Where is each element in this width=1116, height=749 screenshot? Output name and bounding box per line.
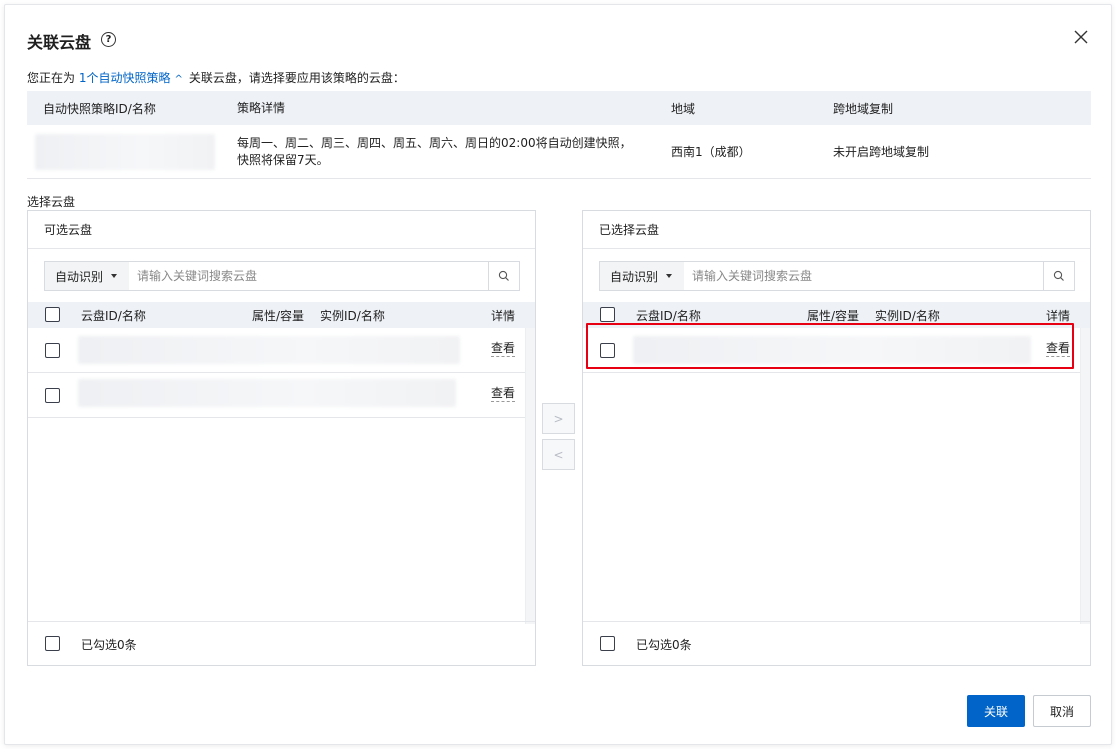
view-detail-link[interactable]: 查看	[491, 386, 516, 402]
view-detail-link[interactable]: 查看	[491, 341, 516, 357]
redacted-policy-id	[35, 133, 215, 170]
col-policy-detail: 策略详情	[237, 100, 286, 115]
policy-table-header: 自动快照策略ID/名称 策略详情 地域 跨地域复制	[27, 91, 1091, 125]
intro-text: 您正在为 1个自动快照策略 ^ 关联云盘，请选择要应用该策略的云盘：	[27, 69, 405, 86]
selected-search-bar: 自动识别	[599, 261, 1075, 291]
policy-detail-line1: 每周一、周二、周三、周四、周五、周六、周日的02:00将自动创建快照，	[237, 135, 632, 150]
table-row[interactable]: 查看	[583, 328, 1090, 373]
cancel-button[interactable]: 取消	[1033, 695, 1091, 727]
col-detail: 详情	[1046, 309, 1071, 323]
table-row[interactable]: 查看	[28, 328, 535, 373]
col-instance: 实例ID/名称	[875, 309, 940, 323]
selected-panel-title: 已选择云盘	[583, 211, 1090, 249]
row-checkbox[interactable]	[600, 343, 615, 358]
selected-search-input[interactable]	[684, 262, 1043, 290]
associate-button[interactable]: 关联	[967, 695, 1025, 727]
search-mode-dropdown[interactable]: 自动识别	[45, 262, 129, 290]
col-instance: 实例ID/名称	[320, 309, 385, 323]
search-button[interactable]	[488, 262, 519, 290]
select-all-checkbox[interactable]	[600, 307, 615, 322]
search-mode-label: 自动识别	[55, 269, 104, 284]
col-detail: 详情	[491, 309, 516, 323]
chevron-left-icon: <	[553, 447, 564, 462]
caret-down-icon	[111, 274, 118, 278]
search-button[interactable]	[1043, 262, 1074, 290]
chevron-right-icon: >	[553, 411, 564, 426]
col-disk-id: 云盘ID/名称	[81, 309, 146, 323]
dialog-title: 关联云盘	[27, 33, 92, 52]
intro-suffix: 关联云盘，请选择要应用该策略的云盘：	[188, 71, 405, 85]
available-search-input[interactable]	[129, 262, 488, 290]
redacted-disk-info	[78, 379, 456, 407]
question-circle-icon[interactable]: ?	[101, 32, 116, 47]
col-attr-capacity: 属性/容量	[252, 309, 305, 323]
policy-count-link[interactable]: 1个自动快照策略	[79, 71, 171, 85]
available-table-header: 云盘ID/名称 属性/容量 实例ID/名称 详情	[28, 302, 535, 328]
footer-select-checkbox[interactable]	[600, 636, 615, 651]
search-icon	[1053, 270, 1064, 281]
policy-row: 每周一、周二、周三、周四、周五、周六、周日的02:00将自动创建快照， 快照将保…	[27, 125, 1091, 179]
policy-region: 西南1（成都）	[671, 145, 751, 159]
row-checkbox[interactable]	[45, 343, 60, 358]
available-panel-footer: 已勾选0条	[28, 621, 535, 665]
available-panel-title: 可选云盘	[28, 211, 535, 249]
chevron-up-icon[interactable]: ^	[174, 74, 182, 85]
available-search-bar: 自动识别	[44, 261, 520, 291]
checked-count: 已勾选0条	[636, 638, 692, 652]
caret-down-icon	[666, 274, 673, 278]
select-all-checkbox[interactable]	[45, 307, 60, 322]
scrollbar[interactable]	[525, 328, 535, 624]
search-mode-label: 自动识别	[610, 269, 659, 284]
policy-detail-line2: 快照将保留7天。	[237, 152, 329, 167]
checked-count: 已勾选0条	[81, 638, 137, 652]
col-disk-id: 云盘ID/名称	[636, 309, 701, 323]
policy-detail-cell: 每周一、周二、周三、周四、周五、周六、周日的02:00将自动创建快照， 快照将保…	[237, 135, 671, 169]
col-policy-id: 自动快照策略ID/名称	[43, 101, 156, 116]
move-right-button[interactable]: >	[542, 403, 575, 434]
policy-cross-region: 未开启跨地域复制	[833, 145, 930, 159]
row-checkbox[interactable]	[45, 388, 60, 403]
selected-table-header: 云盘ID/名称 属性/容量 实例ID/名称 详情	[583, 302, 1090, 328]
search-mode-dropdown[interactable]: 自动识别	[600, 262, 684, 290]
col-region: 地域	[671, 101, 696, 116]
available-disks-panel: 可选云盘 自动识别 云盘ID/名称 属性/容量 实例ID/名称 详情 查看	[27, 210, 536, 666]
view-detail-link[interactable]: 查看	[1046, 341, 1071, 357]
associate-disk-dialog: 关联云盘 ? 您正在为 1个自动快照策略 ^ 关联云盘，请选择要应用该策略的云盘： …	[4, 4, 1112, 745]
col-attr-capacity: 属性/容量	[807, 309, 860, 323]
select-disk-label: 选择云盘	[27, 195, 76, 209]
redacted-disk-info	[633, 336, 1031, 364]
footer-select-checkbox[interactable]	[45, 636, 60, 651]
move-left-button[interactable]: <	[542, 439, 575, 470]
selected-panel-footer: 已勾选0条	[583, 621, 1090, 665]
close-icon[interactable]	[1071, 27, 1091, 47]
redacted-disk-info	[78, 336, 460, 364]
table-row[interactable]: 查看	[28, 373, 535, 418]
search-icon	[498, 270, 509, 281]
policy-id-cell	[27, 133, 237, 170]
scrollbar[interactable]	[1080, 328, 1090, 624]
col-cross-region: 跨地域复制	[833, 101, 894, 116]
selected-disks-panel: 已选择云盘 自动识别 云盘ID/名称 属性/容量 实例ID/名称 详情 查看	[582, 210, 1091, 666]
policy-table: 自动快照策略ID/名称 策略详情 地域 跨地域复制 每周一、周二、周三、周四、周…	[27, 91, 1091, 179]
intro-prefix: 您正在为	[27, 71, 76, 85]
